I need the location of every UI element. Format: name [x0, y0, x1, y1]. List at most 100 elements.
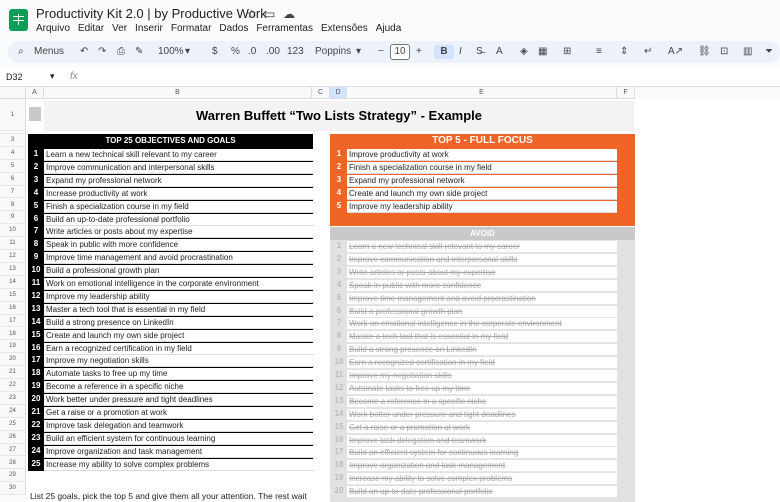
- avoid-item[interactable]: Become a reference in a specific niche: [347, 395, 617, 408]
- goal-item[interactable]: Earn a recognized certification in my fi…: [44, 342, 314, 355]
- menu-item-formatar[interactable]: Formatar: [171, 23, 212, 34]
- goal-item[interactable]: Improve my leadership ability: [44, 290, 314, 303]
- goal-item[interactable]: Speak in public with more confidence: [44, 239, 314, 252]
- text-color-icon[interactable]: A: [496, 45, 503, 59]
- row-header[interactable]: 23: [0, 392, 26, 405]
- avoid-item[interactable]: Improve communication and interpersonal …: [347, 253, 617, 266]
- text-rotation-icon[interactable]: A↗: [668, 45, 683, 59]
- row-header[interactable]: 28: [0, 456, 26, 470]
- menu-item-extensões[interactable]: Extensões: [321, 23, 368, 34]
- increase-font-size-icon[interactable]: +: [416, 45, 422, 59]
- avoid-item[interactable]: Improve my negotiation skills: [347, 370, 617, 382]
- goal-item[interactable]: Improve my negotiation skills: [44, 355, 314, 368]
- focus-item[interactable]: Create and launch my own side project: [347, 187, 617, 200]
- avoid-item[interactable]: Increase my ability to solve complex pro…: [347, 473, 617, 486]
- horizontal-align-icon[interactable]: ≡: [596, 45, 602, 59]
- row-header[interactable]: 26: [0, 430, 26, 444]
- row-header[interactable]: 24: [0, 404, 26, 418]
- chevron-down-icon[interactable]: ▾: [356, 45, 361, 59]
- goal-item[interactable]: Increase my ability to solve complex pro…: [44, 458, 314, 471]
- row-header[interactable]: 30: [0, 482, 26, 496]
- currency-format[interactable]: $: [212, 45, 218, 59]
- menu-item-arquivo[interactable]: Arquivo: [36, 23, 70, 34]
- strikethrough-icon[interactable]: S̶: [476, 45, 483, 59]
- goal-item[interactable]: Improve task delegation and teamwork: [44, 419, 314, 432]
- row-header[interactable]: 13: [0, 263, 26, 276]
- row-header[interactable]: 15: [0, 288, 26, 302]
- bold-button[interactable]: B: [434, 45, 454, 59]
- goal-item[interactable]: Finish a specialization course in my fie…: [44, 200, 314, 213]
- row-header[interactable]: 5: [0, 159, 26, 173]
- column-header-e[interactable]: E: [347, 87, 617, 99]
- increase-decimal[interactable]: .00: [266, 45, 280, 59]
- goal-item[interactable]: Build an up-to-date professional portfol…: [44, 213, 314, 226]
- row-header[interactable]: 29: [0, 469, 26, 483]
- avoid-item[interactable]: Get a raise or a promotion at work: [347, 421, 617, 434]
- merge-cells-icon[interactable]: ⊞: [563, 45, 571, 59]
- goal-item[interactable]: Get a raise or a promotion at work: [44, 407, 314, 419]
- insert-chart-icon[interactable]: ▥: [743, 45, 752, 59]
- avoid-item[interactable]: Improve time management and avoid procra…: [347, 292, 617, 305]
- row-header[interactable]: 12: [0, 250, 26, 263]
- row-header[interactable]: 16: [0, 301, 26, 315]
- avoid-item[interactable]: Build a strong presence on LinkedIn: [347, 344, 617, 357]
- menus-search[interactable]: Menus: [34, 45, 64, 59]
- goal-item[interactable]: Work better under pressure and tight dea…: [44, 394, 314, 407]
- column-header-d[interactable]: D: [330, 87, 347, 99]
- move-folder-icon[interactable]: ▭: [264, 7, 275, 21]
- column-header-c[interactable]: C: [312, 87, 330, 99]
- fill-color-icon[interactable]: ◈: [520, 45, 528, 59]
- avoid-item[interactable]: Improve organization and task management: [347, 460, 617, 473]
- goal-item[interactable]: Work on emotional intelligence in the co…: [44, 278, 314, 290]
- avoid-item[interactable]: Learn a new technical skill relevant to …: [347, 241, 617, 253]
- avoid-item[interactable]: Work on emotional intelligence in the co…: [347, 318, 617, 331]
- borders-icon[interactable]: ▦: [538, 45, 547, 59]
- name-box[interactable]: D32: [6, 72, 64, 82]
- row-header[interactable]: 17: [0, 314, 26, 328]
- redo-icon[interactable]: ↷: [98, 45, 106, 59]
- row-header[interactable]: 8: [0, 198, 26, 212]
- goal-item[interactable]: Build an efficient system for continuous…: [44, 432, 314, 445]
- select-all-corner[interactable]: [0, 87, 26, 99]
- goal-item[interactable]: Improve communication and interpersonal …: [44, 161, 314, 174]
- goal-item[interactable]: Improve time management and avoid procra…: [44, 252, 314, 265]
- avoid-item[interactable]: Work better under pressure and tight dea…: [347, 408, 617, 421]
- row-header[interactable]: 25: [0, 417, 26, 431]
- row-header[interactable]: 9: [0, 211, 26, 225]
- goal-item[interactable]: Master a tech tool that is essential in …: [44, 303, 314, 316]
- paint-format-icon[interactable]: ✎: [135, 45, 143, 59]
- avoid-item[interactable]: Automate tasks to free up my time: [347, 382, 617, 395]
- menu-item-ferramentas[interactable]: Ferramentas: [256, 23, 313, 34]
- row-header[interactable]: 7: [0, 185, 26, 199]
- row-header[interactable]: 3: [0, 134, 26, 147]
- instruction-note[interactable]: List 25 goals, pick the top 5 and give t…: [30, 491, 307, 501]
- goal-item[interactable]: Learn a new technical skill relevant to …: [44, 149, 314, 161]
- menu-item-inserir[interactable]: Inserir: [135, 23, 163, 34]
- goal-item[interactable]: Create and launch my own side project: [44, 329, 314, 342]
- doc-title[interactable]: Productivity Kit 2.0 | by Productive Wor…: [36, 6, 267, 21]
- row-header[interactable]: 27: [0, 443, 26, 457]
- print-icon[interactable]: ⎙: [117, 45, 125, 59]
- menu-item-ajuda[interactable]: Ajuda: [376, 23, 402, 34]
- percent-format[interactable]: %: [231, 45, 240, 59]
- avoid-item[interactable]: Speak in public with more confidence: [347, 279, 617, 292]
- row-header[interactable]: 14: [0, 275, 26, 289]
- column-header-b[interactable]: B: [44, 87, 312, 99]
- avoid-item[interactable]: Improve task delegation and teamwork: [347, 434, 617, 447]
- focus-item[interactable]: Finish a specialization course in my fie…: [347, 161, 617, 174]
- text-wrap-icon[interactable]: ↵: [644, 45, 652, 59]
- goal-item[interactable]: Build a strong presence on LinkedIn: [44, 316, 314, 329]
- column-header-a[interactable]: A: [26, 87, 44, 99]
- row-header[interactable]: 19: [0, 340, 26, 354]
- row-header[interactable]: 21: [0, 366, 26, 380]
- insert-link-icon[interactable]: ⛓: [698, 45, 711, 59]
- goal-item[interactable]: Increase productivity at work: [44, 187, 314, 200]
- goal-item[interactable]: Become a reference in a specific niche: [44, 381, 314, 394]
- row-header[interactable]: 11: [0, 237, 26, 251]
- goal-item[interactable]: Write articles or posts about my experti…: [44, 226, 314, 239]
- goal-item[interactable]: Expand my professional network: [44, 174, 314, 187]
- focus-item[interactable]: Improve my leadership ability: [347, 200, 617, 213]
- cloud-status-icon[interactable]: ☁: [283, 7, 295, 21]
- goal-item[interactable]: Build a professional growth plan: [44, 265, 314, 278]
- menu-item-dados[interactable]: Dados: [219, 23, 248, 34]
